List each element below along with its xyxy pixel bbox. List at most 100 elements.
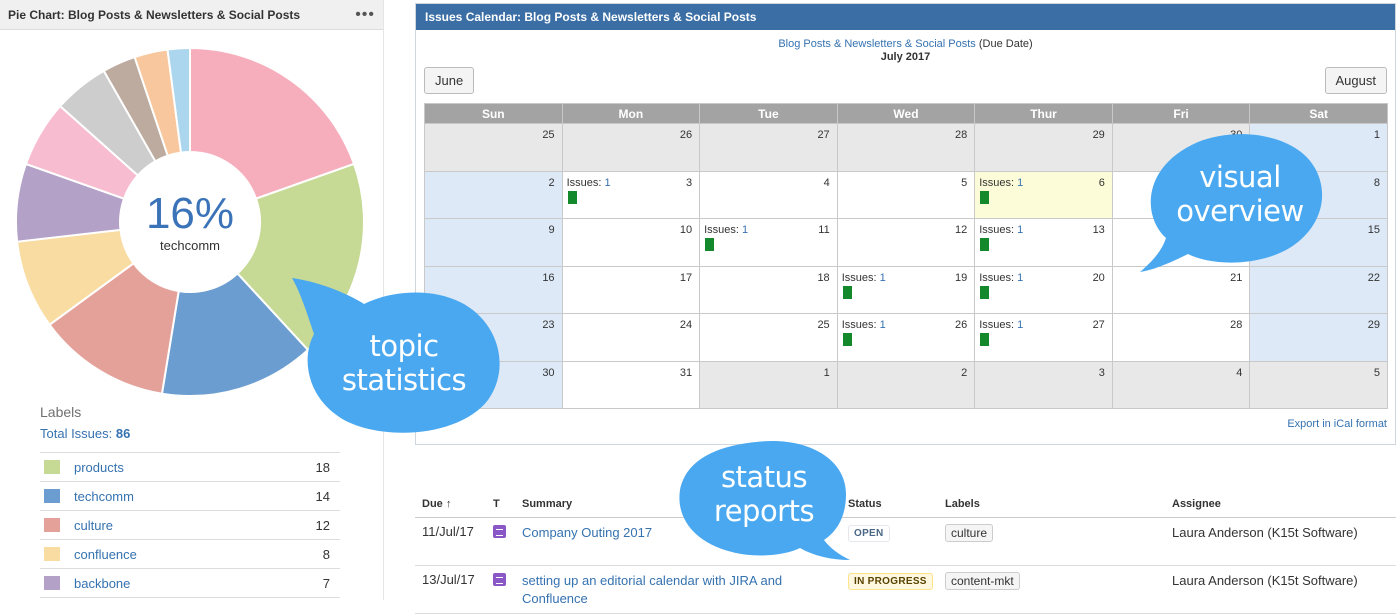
issue-bar[interactable] [980, 190, 990, 204]
col-assignee-header[interactable]: Assignee [1172, 495, 1396, 513]
legend-row-backbone[interactable]: backbone 7 [40, 569, 340, 598]
calendar-day-cell[interactable]: 9 [424, 218, 563, 267]
calendar-day-cell[interactable]: 27 Issues: 1 [974, 313, 1113, 362]
calendar-day-cell[interactable]: 3 [974, 360, 1113, 409]
more-options-icon[interactable]: ••• [355, 6, 375, 22]
col-type-header[interactable]: T [493, 498, 522, 510]
total-issues[interactable]: Total Issues: 86 [40, 426, 130, 441]
next-month-button[interactable]: August [1324, 67, 1387, 94]
issue-bar[interactable] [980, 238, 990, 251]
calendar-day-cell[interactable]: 6 Issues: 1 [974, 170, 1113, 219]
labels-cell: content-mkt [945, 572, 1172, 590]
calendar-day-cell[interactable]: 27 [699, 123, 838, 172]
calendar-day-cell[interactable]: 4 [699, 170, 838, 219]
issues-count[interactable]: Issues: 1 [979, 319, 1023, 331]
day-number: 5 [1373, 366, 1380, 379]
filter-link[interactable]: Blog Posts & Newsletters & Social Posts [778, 38, 975, 50]
col-status-header[interactable]: Status [848, 498, 945, 510]
calendar-day-cell[interactable]: 5 [836, 170, 976, 219]
calendar-day-cell[interactable]: 29 [974, 123, 1113, 172]
label-chip[interactable]: culture [945, 524, 994, 542]
export-ical-link[interactable]: Export in iCal format [1287, 418, 1387, 430]
day-number: 23 [542, 319, 555, 331]
table-row[interactable]: 13/Jul/17 setting up an editorial calend… [415, 566, 1396, 614]
calendar-day-cell[interactable]: 5 [1249, 360, 1388, 409]
calendar-day-cell[interactable]: 26 [561, 123, 701, 172]
issues-count-value: 1 [1017, 319, 1024, 331]
status-cell: IN PROGRESS [848, 572, 945, 590]
calendar-day-cell[interactable]: 29 [1249, 313, 1388, 362]
calendar-day-cell[interactable]: 11 Issues: 1 [699, 218, 838, 267]
day-number: 18 [817, 271, 830, 284]
day-number: 12 [955, 224, 968, 236]
calendar-day-cell[interactable]: 10 [561, 218, 701, 267]
label-chip[interactable]: content-mkt [945, 572, 1020, 590]
calendar-day-cell[interactable]: 2 [836, 360, 976, 409]
issue-bar[interactable] [705, 238, 715, 251]
legend-row-culture[interactable]: culture 12 [40, 511, 340, 540]
visual-overview-callout: visual overview [1138, 132, 1328, 274]
day-number: 28 [955, 129, 968, 141]
status-badge: OPEN [848, 525, 890, 542]
issue-bar[interactable] [980, 285, 990, 299]
issues-count[interactable]: Issues: 1 [842, 272, 886, 284]
calendar-day-cell[interactable]: 24 [561, 313, 701, 362]
calendar-day-cell[interactable]: 18 [699, 265, 838, 314]
calendar-day-cell[interactable]: 26 Issues: 1 [836, 313, 976, 362]
day-number: 25 [542, 129, 555, 141]
calendar-day-cell[interactable]: 20 Issues: 1 [974, 265, 1113, 314]
issues-count-value: 1 [879, 271, 886, 284]
issues-count[interactable]: Issues: 1 [979, 272, 1023, 284]
prev-month-button[interactable]: June [424, 67, 475, 94]
legend-count: 18 [315, 459, 330, 475]
issue-bar[interactable] [842, 333, 852, 346]
day-number: 24 [679, 319, 693, 331]
day-number: 16 [542, 271, 555, 284]
calendar-day-cell[interactable]: 19 Issues: 1 [836, 265, 976, 314]
legend-row-products[interactable]: products 18 [40, 453, 340, 482]
status-reports-callout: status reports [676, 438, 852, 562]
task-type-icon [493, 573, 506, 586]
calendar-day-cell[interactable]: 12 [836, 218, 976, 267]
calendar-day-cell[interactable]: 25 [424, 123, 563, 172]
calendar-day-cell[interactable]: 28 [1111, 313, 1251, 362]
table-row[interactable]: 11/Jul/17 Company Outing 2017 OPEN cultu… [415, 518, 1396, 566]
status-badge: IN PROGRESS [848, 573, 933, 590]
issues-count[interactable]: Issues: 1 [979, 224, 1023, 236]
issues-count[interactable]: Issues: 1 [704, 224, 748, 236]
legend-swatch [44, 460, 60, 474]
legend-row-techcomm[interactable]: techcomm 14 [40, 482, 340, 511]
calendar-day-cell[interactable]: 31 [561, 360, 701, 409]
issue-bar[interactable] [980, 333, 990, 346]
day-number: 11 [818, 224, 830, 236]
calendar-day-cell[interactable]: 1 [699, 360, 838, 409]
calendar-day-cell[interactable]: 17 [561, 265, 701, 314]
day-number: 2 [961, 366, 968, 379]
issues-count[interactable]: Issues: 1 [979, 177, 1023, 189]
calendar-day-cell[interactable]: 25 [699, 313, 838, 362]
callout-line: visual [1199, 160, 1281, 194]
calendar-day-cell[interactable]: 4 [1111, 360, 1251, 409]
day-number: 1 [1373, 129, 1380, 141]
day-number: 29 [1092, 129, 1105, 141]
issue-bar[interactable] [842, 285, 852, 299]
calendar-day-cell[interactable]: 13 Issues: 1 [974, 218, 1113, 267]
legend-count: 14 [315, 488, 330, 504]
pie-gadget-header: Pie Chart: Blog Posts & Newsletters & So… [0, 0, 383, 30]
issue-bar[interactable] [567, 190, 577, 204]
calendar-day-cell[interactable]: 2 [424, 170, 563, 219]
legend-swatch [44, 576, 60, 590]
calendar-day-cell[interactable]: 3 Issues: 1 [561, 170, 701, 219]
day-number: 27 [817, 129, 830, 141]
col-due-header[interactable]: Due ↑ [415, 498, 493, 510]
calendar-day-cell[interactable]: 28 [836, 123, 976, 172]
due-date: 11/Jul/17 [422, 524, 474, 539]
issues-count[interactable]: Issues: 1 [567, 177, 611, 189]
day-number: 4 [823, 176, 830, 189]
issue-summary-link[interactable]: setting up an editorial calendar with JI… [522, 572, 848, 608]
issues-count[interactable]: Issues: 1 [842, 319, 886, 331]
col-labels-header[interactable]: Labels [945, 498, 1172, 510]
legend-row-confluence[interactable]: confluence 8 [40, 540, 340, 569]
issues-count-label: Issues: [979, 271, 1018, 284]
issues-count-label: Issues: [979, 176, 1018, 189]
